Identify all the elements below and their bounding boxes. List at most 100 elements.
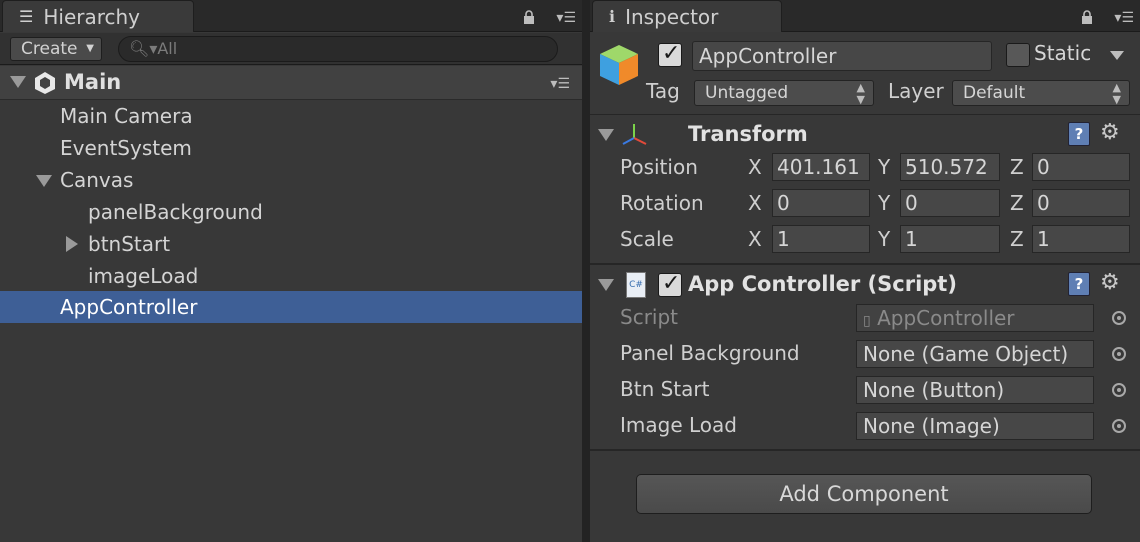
rotation-z-field[interactable]: 0 bbox=[1032, 189, 1130, 217]
chevron-down-icon: ▼ bbox=[86, 43, 94, 54]
script-component-title: App Controller (Script) bbox=[688, 272, 957, 296]
scale-x-field[interactable]: 1 bbox=[772, 225, 870, 253]
help-icon[interactable]: ? bbox=[1068, 122, 1090, 146]
inspector-panel: ℹ Inspector ▾☰ ✓ AppController Static Ta… bbox=[590, 0, 1140, 542]
menu-icon[interactable]: ▾☰ bbox=[1114, 10, 1134, 26]
panel-background-field[interactable]: None (Game Object) bbox=[856, 340, 1094, 368]
axis-y-label: Y bbox=[878, 227, 891, 251]
hierarchy-item-main-camera[interactable]: Main Camera bbox=[0, 100, 582, 132]
panel-divider[interactable] bbox=[582, 0, 590, 542]
lock-icon[interactable] bbox=[1080, 10, 1094, 24]
expand-arrow-icon[interactable] bbox=[36, 175, 52, 187]
chevron-down-icon[interactable] bbox=[1110, 51, 1124, 60]
expand-arrow-icon[interactable] bbox=[10, 76, 26, 88]
layer-value: Default bbox=[963, 83, 1026, 103]
rotation-x-field[interactable]: 0 bbox=[772, 189, 870, 217]
help-icon[interactable]: ? bbox=[1068, 272, 1090, 296]
hierarchy-item-label: btnStart bbox=[88, 232, 171, 256]
position-z-field[interactable]: 0 bbox=[1032, 153, 1130, 181]
inspector-tabbar: ℹ Inspector ▾☰ bbox=[590, 0, 1140, 32]
collapse-arrow-icon[interactable] bbox=[66, 236, 78, 252]
hierarchy-item-label: Canvas bbox=[60, 168, 134, 192]
scale-y-field[interactable]: 1 bbox=[900, 225, 1000, 253]
static-checkbox[interactable] bbox=[1006, 43, 1030, 67]
layer-dropdown[interactable]: Default ▲ ▼ bbox=[952, 80, 1130, 106]
btn-start-field[interactable]: None (Button) bbox=[856, 376, 1094, 404]
hierarchy-tab-title: Hierarchy bbox=[43, 4, 141, 29]
hierarchy-toolbar: Create ▼ 🔍︎▾All bbox=[0, 33, 582, 65]
axis-z-label: Z bbox=[1010, 155, 1024, 179]
script-value: AppController bbox=[877, 306, 1015, 330]
hierarchy-tab[interactable]: ☰ Hierarchy bbox=[2, 0, 194, 32]
layer-label: Layer bbox=[888, 79, 944, 103]
btn-start-label: Btn Start bbox=[620, 377, 710, 401]
axis-y-label: Y bbox=[878, 155, 891, 179]
inspector-tab[interactable]: ℹ Inspector bbox=[592, 0, 782, 32]
script-enabled-checkbox[interactable]: ✓ bbox=[658, 271, 682, 297]
menu-icon[interactable]: ▾☰ bbox=[556, 10, 576, 26]
transform-axes-icon bbox=[622, 124, 647, 145]
create-label: Create bbox=[21, 39, 78, 59]
hierarchy-item-label: AppController bbox=[60, 295, 198, 319]
position-x-field[interactable]: 401.161 bbox=[772, 153, 870, 181]
hierarchy-item-label: EventSystem bbox=[60, 136, 192, 160]
scene-row[interactable]: Main ▾☰ bbox=[0, 66, 582, 100]
image-load-label: Image Load bbox=[620, 413, 737, 437]
object-picker-icon[interactable] bbox=[1112, 383, 1126, 397]
active-checkbox[interactable]: ✓ bbox=[658, 41, 682, 67]
axis-y-label: Y bbox=[878, 191, 891, 215]
rotation-label: Rotation bbox=[620, 191, 704, 215]
position-label: Position bbox=[620, 155, 698, 179]
create-button[interactable]: Create ▼ bbox=[10, 37, 102, 61]
object-picker-icon[interactable] bbox=[1112, 347, 1126, 361]
transform-header[interactable]: Transform ? ⚙ bbox=[590, 118, 1140, 152]
unity-icon bbox=[35, 72, 55, 94]
object-picker-icon[interactable] bbox=[1112, 419, 1126, 433]
component-separator bbox=[590, 449, 1140, 451]
search-input[interactable]: 🔍︎▾All bbox=[118, 36, 558, 62]
tag-dropdown[interactable]: Untagged ▲ ▼ bbox=[694, 80, 874, 106]
hierarchy-tabbar: ☰ Hierarchy ▾☰ bbox=[0, 0, 582, 32]
script-file-icon: ▯ bbox=[863, 313, 871, 329]
tag-value: Untagged bbox=[705, 83, 789, 103]
lock-icon[interactable] bbox=[522, 10, 536, 24]
search-placeholder: All bbox=[157, 39, 178, 58]
hierarchy-item-eventsystem[interactable]: EventSystem bbox=[0, 132, 582, 164]
position-y-field[interactable]: 510.572 bbox=[900, 153, 1000, 181]
image-load-field[interactable]: None (Image) bbox=[856, 412, 1094, 440]
axis-z-label: Z bbox=[1010, 227, 1024, 251]
scene-name: Main bbox=[64, 70, 122, 94]
checkmark-icon: ✓ bbox=[662, 271, 681, 296]
hierarchy-item-btnstart[interactable]: btnStart bbox=[0, 228, 582, 260]
expand-arrow-icon[interactable] bbox=[598, 129, 614, 141]
hierarchy-item-imageload[interactable]: imageLoad bbox=[0, 260, 582, 292]
hierarchy-panel: ☰ Hierarchy ▾☰ Create ▼ 🔍︎▾All Main ▾☰ M… bbox=[0, 0, 582, 542]
add-component-button[interactable]: Add Component bbox=[636, 474, 1092, 514]
updown-icon: ▲ ▼ bbox=[1112, 81, 1121, 106]
hierarchy-item-label: Main Camera bbox=[60, 104, 193, 128]
panel-background-label: Panel Background bbox=[620, 341, 800, 365]
tag-label: Tag bbox=[646, 79, 680, 103]
script-label: Script bbox=[620, 305, 679, 329]
gear-icon[interactable]: ⚙ bbox=[1100, 270, 1120, 295]
checkmark-icon: ✓ bbox=[662, 41, 681, 66]
axis-x-label: X bbox=[748, 191, 762, 215]
inspector-tab-title: Inspector bbox=[625, 4, 719, 29]
scene-menu-icon[interactable]: ▾☰ bbox=[550, 76, 570, 92]
scale-label: Scale bbox=[620, 227, 674, 251]
hierarchy-item-panelbackground[interactable]: panelBackground bbox=[0, 196, 582, 228]
script-field: ▯ AppController bbox=[856, 304, 1094, 332]
object-picker-icon[interactable] bbox=[1112, 311, 1126, 325]
expand-arrow-icon[interactable] bbox=[598, 279, 614, 291]
script-component-header[interactable]: C# ✓ App Controller (Script) ? ⚙ bbox=[590, 268, 1140, 302]
static-label: Static bbox=[1034, 41, 1092, 65]
scale-z-field[interactable]: 1 bbox=[1032, 225, 1130, 253]
updown-icon: ▲ ▼ bbox=[856, 81, 865, 106]
gear-icon[interactable]: ⚙ bbox=[1100, 120, 1120, 145]
hierarchy-item-appcontroller[interactable]: AppController bbox=[0, 291, 582, 323]
rotation-y-field[interactable]: 0 bbox=[900, 189, 1000, 217]
hierarchy-item-label: imageLoad bbox=[88, 264, 199, 288]
object-name-field[interactable]: AppController bbox=[692, 41, 992, 71]
hierarchy-item-canvas[interactable]: Canvas bbox=[0, 164, 582, 196]
search-icon: 🔍︎▾ bbox=[129, 39, 158, 58]
